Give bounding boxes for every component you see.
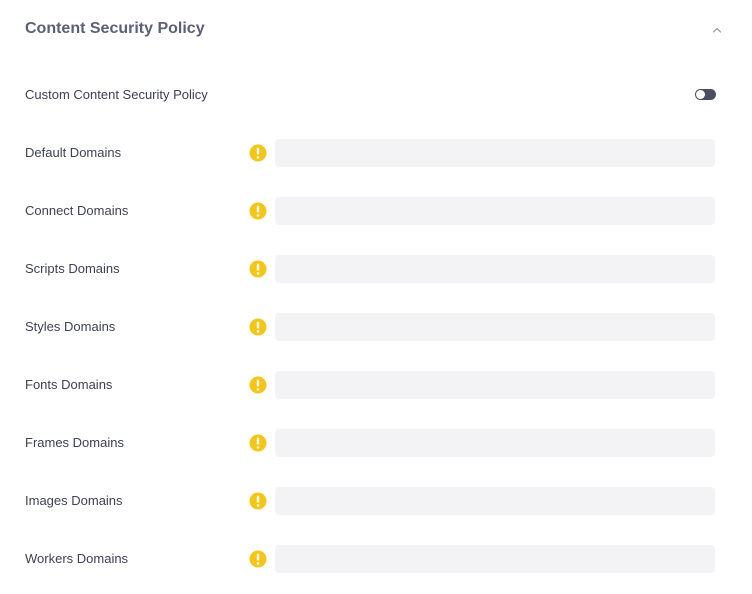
- toggle-knob: [696, 90, 705, 99]
- warning-icon[interactable]: [249, 144, 267, 162]
- chevron-up-icon[interactable]: [709, 22, 725, 38]
- frames-domains-input[interactable]: [275, 429, 715, 457]
- warning-icon[interactable]: [249, 318, 267, 336]
- connect-domains-input[interactable]: [275, 197, 715, 225]
- section-header[interactable]: Content Security Policy: [25, 18, 725, 44]
- custom-csp-row: Custom Content Security Policy: [25, 81, 716, 109]
- field-row-styles-domains: Styles Domains: [25, 313, 716, 341]
- warning-icon[interactable]: [249, 202, 267, 220]
- section-title: Content Security Policy: [25, 20, 205, 37]
- custom-csp-toggle[interactable]: [695, 89, 716, 100]
- field-row-frames-domains: Frames Domains: [25, 429, 716, 457]
- field-row-fonts-domains: Fonts Domains: [25, 371, 716, 399]
- custom-csp-label: Custom Content Security Policy: [25, 87, 208, 102]
- warning-icon[interactable]: [249, 260, 267, 278]
- fonts-domains-input[interactable]: [275, 371, 715, 399]
- csp-settings-panel: Content Security Policy Custom Content S…: [0, 0, 745, 594]
- workers-domains-label: Workers Domains: [25, 551, 129, 566]
- field-row-connect-domains: Connect Domains: [25, 197, 716, 225]
- images-domains-label: Images Domains: [25, 493, 123, 508]
- connect-domains-label: Connect Domains: [25, 203, 129, 218]
- default-domains-input[interactable]: [275, 139, 715, 167]
- warning-icon[interactable]: [249, 550, 267, 568]
- field-row-scripts-domains: Scripts Domains: [25, 255, 716, 283]
- warning-icon[interactable]: [249, 434, 267, 452]
- warning-icon[interactable]: [249, 376, 267, 394]
- styles-domains-label: Styles Domains: [25, 319, 116, 334]
- field-row-workers-domains: Workers Domains: [25, 545, 716, 573]
- images-domains-input[interactable]: [275, 487, 715, 515]
- field-row-default-domains: Default Domains: [25, 139, 716, 167]
- default-domains-label: Default Domains: [25, 145, 122, 160]
- field-row-images-domains: Images Domains: [25, 487, 716, 515]
- styles-domains-input[interactable]: [275, 313, 715, 341]
- warning-icon[interactable]: [249, 492, 267, 510]
- scripts-domains-input[interactable]: [275, 255, 715, 283]
- scripts-domains-label: Scripts Domains: [25, 261, 120, 276]
- fonts-domains-label: Fonts Domains: [25, 377, 113, 392]
- workers-domains-input[interactable]: [275, 545, 715, 573]
- frames-domains-label: Frames Domains: [25, 435, 124, 450]
